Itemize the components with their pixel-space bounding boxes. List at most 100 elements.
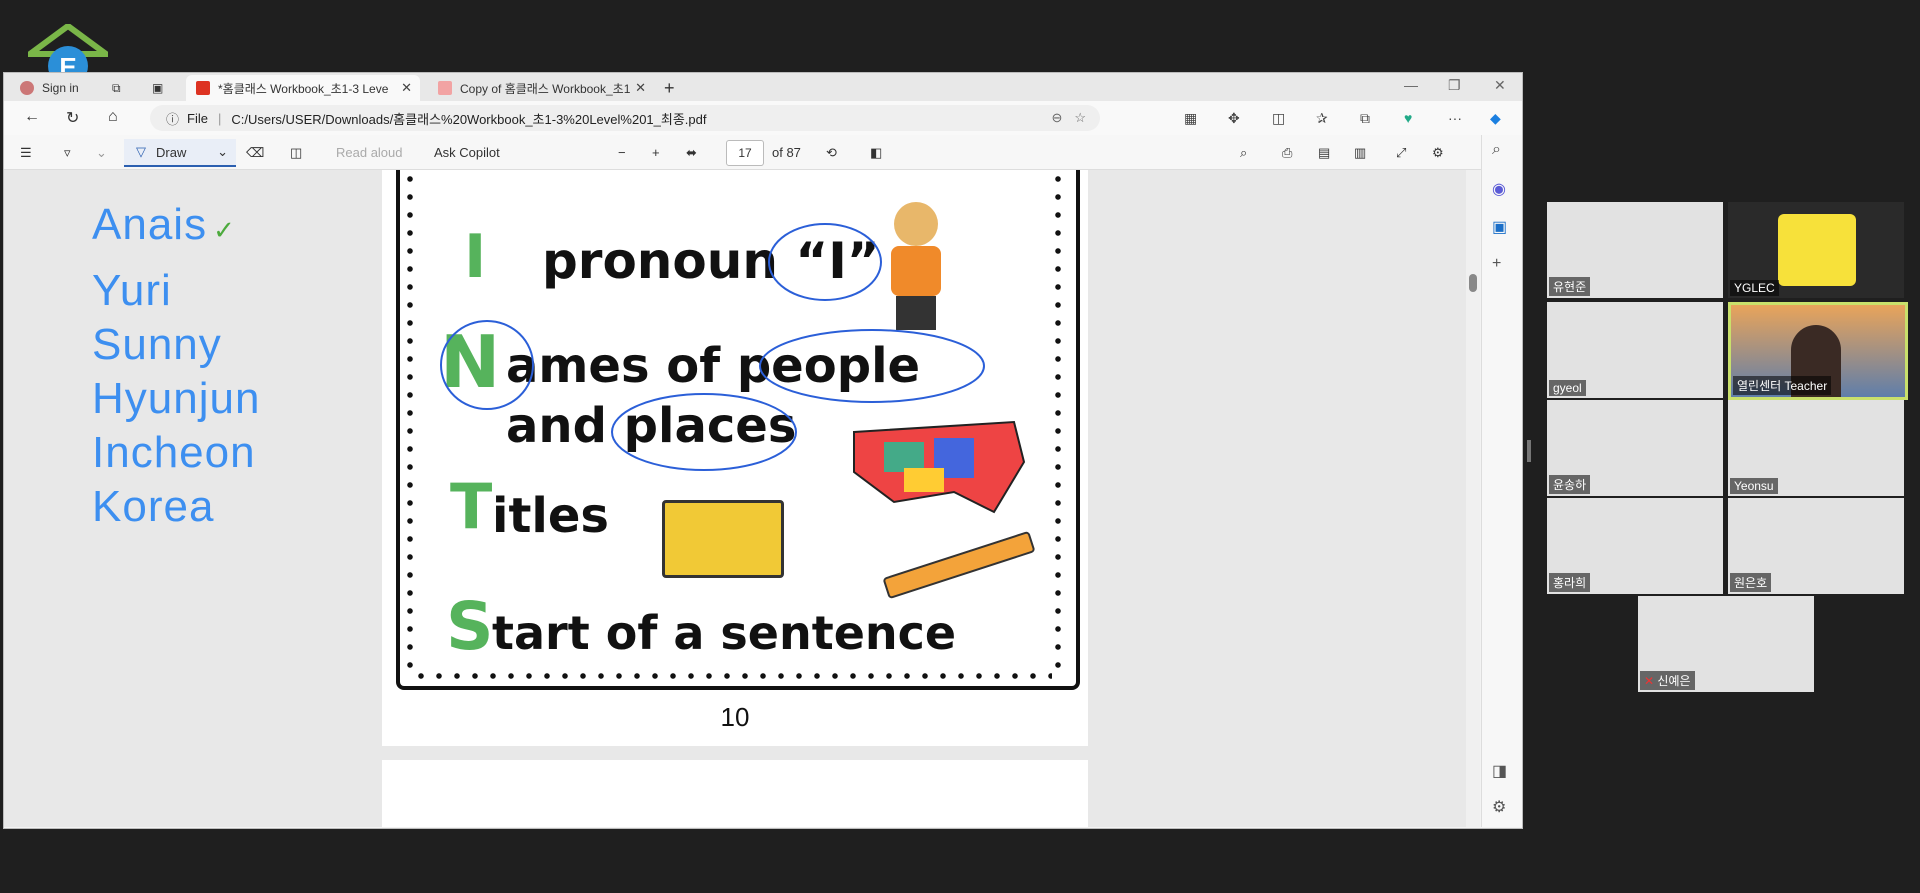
participant-tile-active-speaker[interactable]: 열린센터 Teacher <box>1728 302 1908 400</box>
tab-workbook[interactable]: *홈클래스 Workbook_초1-3 Leve ✕ <box>186 75 420 101</box>
extensions-puzzle-icon[interactable]: ✥ <box>1228 110 1240 127</box>
page-number-input[interactable]: 17 <box>726 140 764 166</box>
workspaces-icon[interactable]: ⧉ <box>112 75 121 101</box>
tab-actions-icon[interactable]: ▣ <box>152 75 163 101</box>
favorite-star-icon[interactable]: ☆ <box>1074 110 1086 126</box>
minimize-icon[interactable]: — <box>1404 77 1418 93</box>
name-item: Hyunjun <box>92 374 261 423</box>
browser-window: Sign in ⧉ ▣ *홈클래스 Workbook_초1-3 Leve ✕ C… <box>3 72 1523 829</box>
close-tab-icon[interactable]: ✕ <box>635 80 646 96</box>
extension-icon[interactable]: ▦ <box>1184 110 1197 127</box>
add-app-icon[interactable]: + <box>1492 255 1501 273</box>
tab-label: *홈클래스 Workbook_초1-3 Leve <box>218 81 389 96</box>
page-count: of 87 <box>772 145 801 160</box>
participant-tile[interactable]: Yeonsu <box>1728 400 1904 496</box>
tab-label: Copy of 홈클래스 Workbook_초1 <box>460 81 631 96</box>
participant-name: Yeonsu <box>1730 478 1778 494</box>
participant-tile[interactable]: YGLEC <box>1728 202 1904 298</box>
participant-tile[interactable]: gyeol <box>1547 302 1723 398</box>
split-screen-icon[interactable]: ◫ <box>1272 110 1285 127</box>
sidebar-toggle-icon[interactable]: ◨ <box>1492 761 1507 781</box>
fit-width-icon[interactable]: ⬌ <box>686 145 697 161</box>
draw-button[interactable]: ▽ Draw ⌄ <box>124 139 236 167</box>
scrollbar-thumb[interactable] <box>1469 274 1477 292</box>
new-tab-icon[interactable]: + <box>664 75 675 101</box>
print-icon[interactable]: ⎙ <box>1282 145 1292 161</box>
find-icon[interactable]: ⌕ <box>1240 145 1247 161</box>
collections-icon[interactable]: ⧉ <box>1360 110 1370 127</box>
close-window-icon[interactable]: ✕ <box>1494 77 1506 94</box>
tab-label: Sign in <box>42 81 79 95</box>
participant-tile[interactable]: 유현준 <box>1547 202 1723 298</box>
url-field[interactable]: ⓘ File | C:/Users/USER/Downloads/홈클래스%20… <box>150 105 1100 131</box>
rotate-icon[interactable]: ⟲ <box>826 145 837 161</box>
participant-name: gyeol <box>1549 380 1586 396</box>
vertical-scrollbar[interactable] <box>1466 170 1480 827</box>
text-box-icon[interactable]: ◫ <box>290 145 302 161</box>
save-icon[interactable]: ▤ <box>1318 145 1330 161</box>
profile-avatar-icon <box>20 81 34 95</box>
page-number: 10 <box>720 702 750 732</box>
url-scheme: File <box>187 110 208 126</box>
settings-gear-icon[interactable]: ⚙ <box>1432 145 1444 161</box>
browser-essentials-icon[interactable]: ♥ <box>1404 110 1412 126</box>
url-text: C:/Users/USER/Downloads/홈클래스%20Workbook_… <box>231 111 707 127</box>
pdf-icon <box>196 81 210 95</box>
participant-name: 원은호 <box>1730 573 1772 592</box>
highlight-dropdown-icon[interactable]: ⌄ <box>96 145 107 161</box>
zoom-out-button[interactable]: − <box>618 145 626 160</box>
outlook-icon[interactable]: ▣ <box>1492 217 1507 237</box>
pdf-toolbar: ☰ ▿ ⌄ ▽ Draw ⌄ ⌫ ◫ Read aloud Ask Copilo… <box>4 135 1522 170</box>
zoom-out-icon[interactable]: ⊖ <box>1051 110 1062 126</box>
address-bar: ← ↻ ⌂ ⓘ File | C:/Users/USER/Downloads/홈… <box>4 101 1522 135</box>
draw-label: Draw <box>156 144 187 160</box>
pdf-icon <box>438 81 452 95</box>
pdf-viewer[interactable]: Anais ✓ Yuri Sunny Hyunjun Incheon Korea … <box>4 170 1466 827</box>
name-item: Korea <box>92 482 215 531</box>
highlight-icon[interactable]: ▿ <box>64 145 71 161</box>
contents-icon[interactable]: ☰ <box>20 145 32 161</box>
page-view-icon[interactable]: ◧ <box>870 145 882 161</box>
back-icon[interactable]: ← <box>24 108 40 126</box>
name-item: Anais ✓ <box>92 200 236 249</box>
participant-tile[interactable]: ✕ 신예은 <box>1638 596 1814 692</box>
participant-tile[interactable]: 홍라희 <box>1547 498 1723 594</box>
name-item: Yuri <box>92 266 172 315</box>
eraser-icon[interactable]: ⌫ <box>246 145 264 161</box>
chevron-down-icon: ⌄ <box>217 144 228 159</box>
participant-name: 유현준 <box>1549 277 1591 296</box>
participant-name: 열린센터 Teacher <box>1733 376 1832 395</box>
copilot-icon[interactable]: ◆ <box>1490 110 1501 127</box>
refresh-icon[interactable]: ↻ <box>66 108 79 128</box>
tab-sign-in[interactable]: Sign in <box>10 75 94 101</box>
read-aloud-button[interactable]: Read aloud <box>336 145 403 160</box>
panel-divider[interactable] <box>1527 440 1531 462</box>
participant-name: 윤송하 <box>1549 475 1591 494</box>
participant-name: 홍라희 <box>1549 573 1591 592</box>
name-list: Anais ✓ Yuri Sunny Hyunjun Incheon Korea <box>92 198 260 534</box>
info-icon: ⓘ <box>166 111 180 127</box>
restore-icon[interactable]: ❐ <box>1448 77 1461 94</box>
tab-workbook-copy[interactable]: Copy of 홈클래스 Workbook_초1 ✕ <box>428 75 654 101</box>
home-icon[interactable]: ⌂ <box>108 108 118 126</box>
tab-bar: Sign in ⧉ ▣ *홈클래스 Workbook_초1-3 Leve ✕ C… <box>4 73 1522 101</box>
check-icon: ✓ <box>213 215 236 245</box>
zoom-in-button[interactable]: + <box>652 145 660 160</box>
save-as-icon[interactable]: ▥ <box>1354 145 1366 161</box>
name-item: Sunny <box>92 320 222 369</box>
name-item: Incheon <box>92 428 256 477</box>
favorites-icon[interactable]: ✰ <box>1316 110 1328 127</box>
copilot-side-icon[interactable]: ◉ <box>1492 179 1506 199</box>
sidebar-settings-icon[interactable]: ⚙ <box>1492 797 1506 817</box>
next-page <box>382 760 1088 827</box>
close-tab-icon[interactable]: ✕ <box>401 80 412 96</box>
participant-tile[interactable]: 윤송하 <box>1547 400 1723 496</box>
edge-sidebar: ⌕ ◉ ▣ + ◨ ⚙ <box>1481 135 1522 827</box>
more-menu-icon[interactable]: ··· <box>1448 110 1462 126</box>
worksheet-page: I pronoun “I” N ames of people and place… <box>382 170 1088 746</box>
drawing-annotations <box>440 223 985 471</box>
participant-tile[interactable]: 원은호 <box>1728 498 1904 594</box>
search-icon[interactable]: ⌕ <box>1492 141 1501 159</box>
fullscreen-icon[interactable]: ⤢ <box>1396 145 1406 161</box>
ask-copilot-button[interactable]: Ask Copilot <box>434 145 500 160</box>
